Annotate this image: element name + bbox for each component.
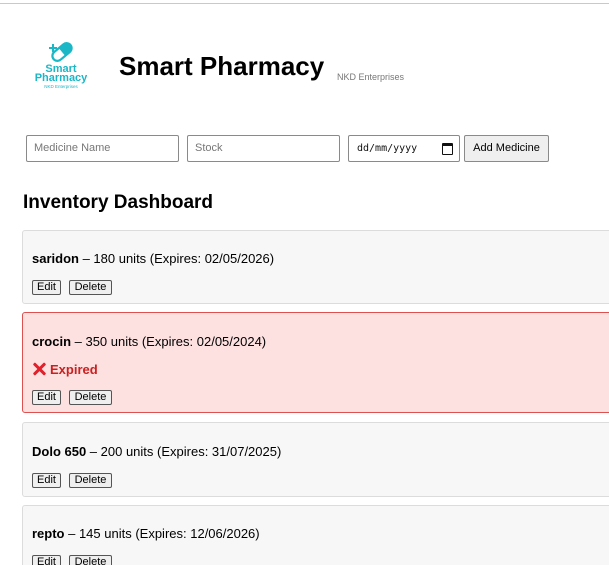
add-medicine-button[interactable]: Add Medicine [464, 135, 549, 162]
medicine-name: crocin [32, 334, 72, 349]
medicine-name-placeholder: Medicine Name [34, 142, 111, 154]
expired-label: Expired [50, 362, 98, 377]
expired-status: Expired [32, 362, 98, 378]
delete-button[interactable]: Delete [69, 390, 112, 405]
medicine-card: repto – 145 units (Expires: 12/06/2026) … [22, 505, 609, 565]
medicine-card: Dolo 650 – 200 units (Expires: 31/07/202… [22, 422, 609, 497]
cross-icon [32, 362, 46, 376]
edit-button[interactable]: Edit [32, 390, 61, 405]
medicine-name-input[interactable]: Medicine Name [26, 135, 179, 162]
medicine-details: – 200 units (Expires: 31/07/2025) [86, 444, 282, 459]
section-title: Inventory Dashboard [23, 192, 214, 213]
medicine-info: repto – 145 units (Expires: 12/06/2026) [32, 526, 260, 542]
edit-button[interactable]: Edit [32, 473, 61, 488]
delete-button[interactable]: Delete [69, 473, 112, 488]
company-name: NKD Enterprises [337, 72, 405, 82]
medicine-name: saridon [32, 251, 79, 266]
medicine-info: crocin – 350 units (Expires: 02/05/2024) [32, 334, 266, 350]
expiry-date-input[interactable]: dd/mm/yyyy [348, 135, 460, 162]
capsule-icon [49, 42, 73, 62]
calendar-icon[interactable] [442, 143, 453, 155]
medicine-name: repto [32, 526, 65, 541]
medicine-info: Dolo 650 – 200 units (Expires: 31/07/202… [32, 444, 281, 460]
medicine-card-expired: crocin – 350 units (Expires: 02/05/2024)… [22, 312, 609, 413]
medicine-details: – 350 units (Expires: 02/05/2024) [71, 334, 267, 349]
page-title: Smart Pharmacy [119, 51, 325, 81]
medicine-name: Dolo 650 [32, 444, 87, 459]
medicine-card: saridon – 180 units (Expires: 02/05/2026… [22, 230, 609, 304]
delete-button[interactable]: Delete [69, 280, 112, 295]
logo-subtitle: NKD Enterprises [44, 84, 78, 89]
medicine-info: saridon – 180 units (Expires: 02/05/2026… [32, 251, 274, 267]
stock-input[interactable]: Stock [187, 135, 340, 162]
edit-button[interactable]: Edit [32, 555, 61, 565]
delete-button[interactable]: Delete [69, 555, 112, 565]
header: Smart Pharmacy NKD Enterprises Smart Pha… [0, 0, 609, 110]
logo-wordmark: Smart Pharmacy [34, 63, 88, 84]
medicine-details: – 180 units (Expires: 02/05/2026) [78, 251, 275, 266]
medicine-details: – 145 units (Expires: 12/06/2026) [64, 526, 260, 541]
stock-placeholder: Stock [195, 142, 223, 154]
logo: Smart Pharmacy NKD Enterprises [30, 40, 92, 94]
date-placeholder: dd/mm/yyyy [357, 143, 418, 154]
edit-button[interactable]: Edit [32, 280, 61, 295]
